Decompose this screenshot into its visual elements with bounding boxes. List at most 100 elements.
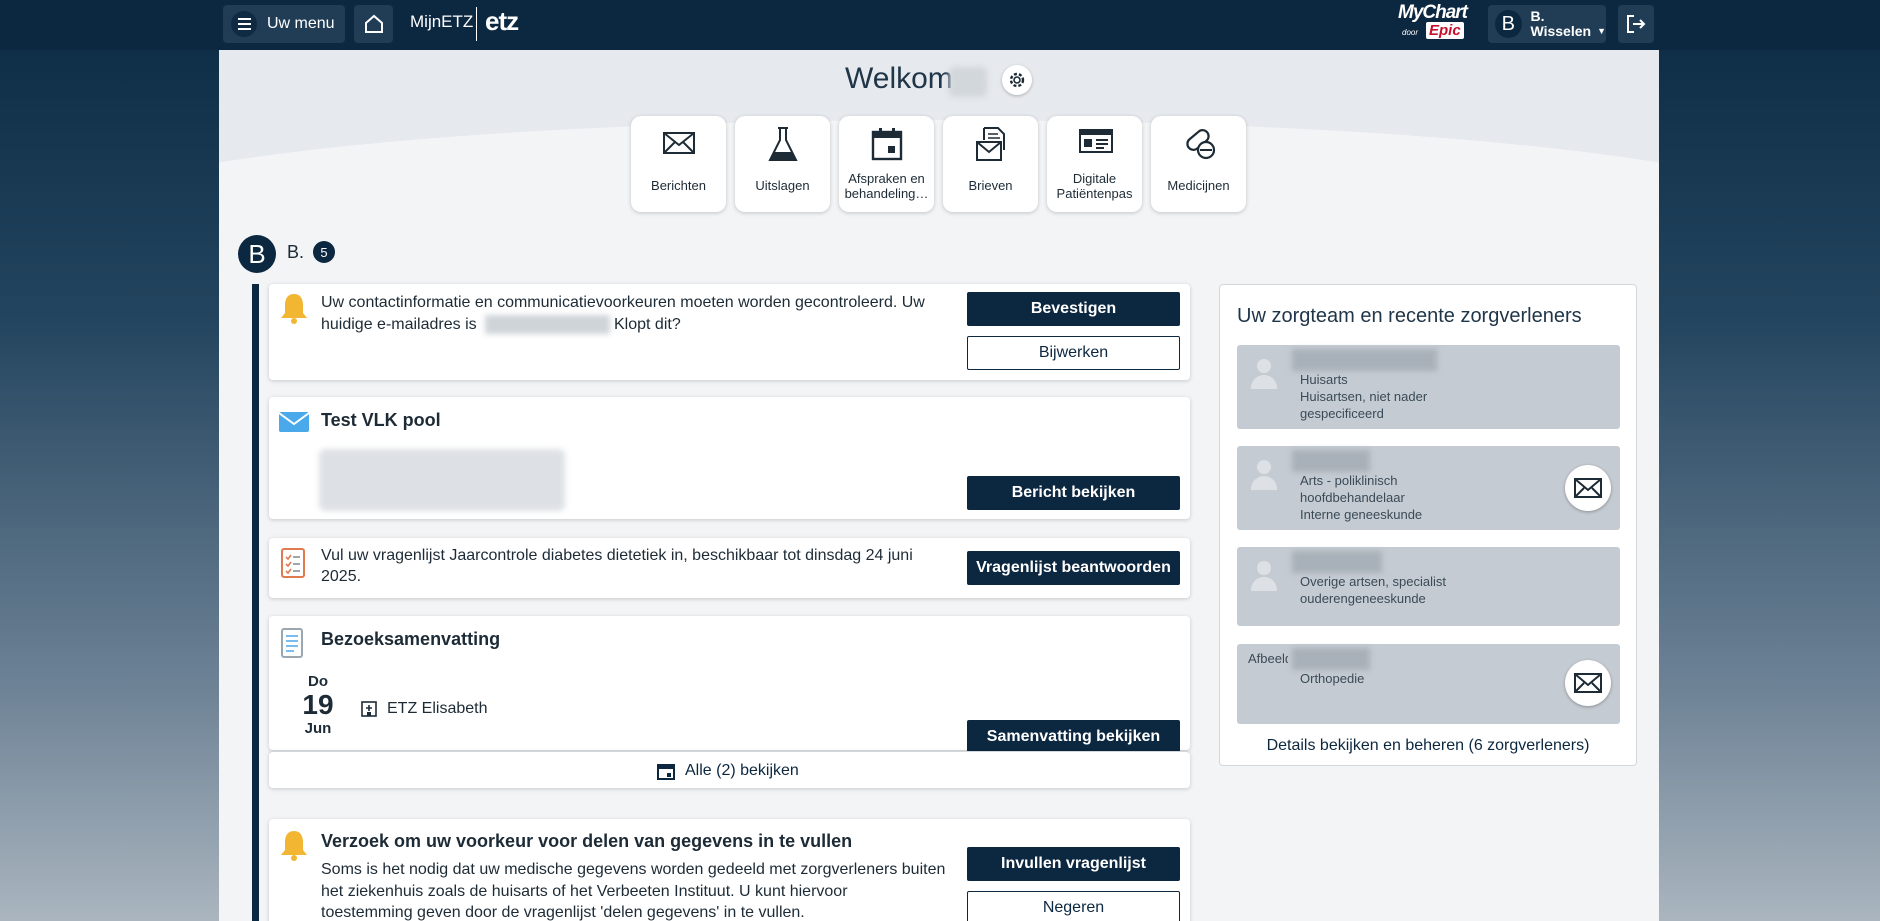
tile-berichten[interactable]: Berichten	[631, 116, 726, 212]
data-sharing-text-3: toestemming geven door de vragenlijst 'd…	[321, 904, 805, 921]
provider-role: Overige artsen, specialist ouderengeneesk…	[1300, 574, 1446, 606]
gear-icon	[1009, 72, 1025, 88]
manage-care-team-link[interactable]: Details bekijken en beheren (6 zorgverle…	[1220, 737, 1636, 755]
envelope-icon	[663, 132, 695, 154]
provider-card[interactable]: Afbeelding Orthopedie	[1237, 644, 1620, 724]
visit-weekday: Do	[308, 673, 328, 690]
blurred-provider-name	[1292, 450, 1370, 472]
document-icon	[281, 628, 303, 658]
envelope-icon	[1574, 673, 1602, 693]
menu-button[interactable]: Uw menu	[223, 5, 345, 43]
tile-brieven[interactable]: Brieven	[943, 116, 1038, 212]
provider-photo-placeholder	[1249, 456, 1279, 494]
brand-divider	[476, 7, 477, 41]
tile-label: Digitale Patiëntenpas	[1056, 171, 1133, 201]
blurred-provider-name	[1292, 551, 1382, 573]
envelope-icon	[1574, 478, 1602, 498]
message-title: Test VLK pool	[321, 410, 441, 430]
questionnaire-text: Vul uw vragenlijst Jaarcontrole diabetes…	[321, 547, 913, 564]
logout-icon	[1627, 15, 1646, 33]
provider-photo-broken: Afbeelding	[1248, 651, 1288, 666]
blurred-message-preview	[319, 449, 565, 511]
bell-icon	[281, 831, 307, 861]
confirm-button[interactable]: Bevestigen	[967, 292, 1180, 326]
visit-date: Do 19 Jun	[293, 673, 343, 737]
blurred-name	[949, 67, 987, 97]
pills-icon	[1186, 129, 1216, 160]
questionnaire-text-cont: 2025.	[321, 568, 362, 585]
top-navigation-bar: Uw menu MijnETZ etz MyChart door Epic B …	[0, 0, 1880, 50]
view-summary-button[interactable]: Samenvatting bekijken	[967, 720, 1180, 754]
menu-label: Uw menu	[267, 15, 335, 32]
provider-role: Orthopedie	[1300, 671, 1365, 686]
message-provider-button[interactable]	[1565, 465, 1611, 511]
provider-card[interactable]: Huisarts Huisartsen, niet nader gespecific…	[1237, 345, 1620, 429]
tile-uitslagen[interactable]: Uitslagen	[735, 116, 830, 212]
message-provider-button[interactable]	[1565, 660, 1611, 706]
view-message-button[interactable]: Bericht bekijken	[967, 476, 1180, 510]
provider-role: Huisarts Huisartsen, niet nader gespecific…	[1300, 372, 1428, 421]
blurred-email	[485, 315, 610, 334]
visit-day: 19	[302, 689, 334, 720]
provider-photo-placeholder	[1249, 355, 1279, 393]
patient-name: B.	[287, 242, 305, 262]
tile-patientenpas[interactable]: Digitale Patiëntenpas	[1047, 116, 1142, 212]
mychart-by-text: door	[1402, 28, 1419, 37]
answer-questionnaire-button[interactable]: Vragenlijst beantwoorden	[967, 551, 1180, 585]
epic-logo-text: Epic	[1426, 22, 1464, 39]
data-sharing-text-1: Soms is het nodig dat uw medische gegeve…	[321, 861, 946, 878]
update-button[interactable]: Bijwerken	[967, 336, 1180, 370]
contact-info-text: Uw contactinformatie en communicatievoor…	[321, 294, 925, 311]
home-button[interactable]	[354, 5, 393, 43]
mail-icon	[278, 412, 310, 432]
id-card-icon	[1079, 129, 1113, 153]
contact-email-question: Klopt dit?	[614, 316, 681, 333]
bell-icon	[281, 294, 307, 324]
ignore-button[interactable]: Negeren	[967, 891, 1180, 921]
questionnaire-card: Vul uw vragenlijst Jaarcontrole diabetes…	[269, 538, 1190, 598]
etz-logo: etz	[485, 6, 519, 36]
fill-questionnaire-button[interactable]: Invullen vragenlijst	[967, 847, 1180, 881]
view-all-label: Alle (2) bekijken	[685, 762, 799, 779]
switch-user-button[interactable]: B B. Wisselen ▼	[1488, 5, 1606, 43]
tile-medicijnen[interactable]: Medicijnen	[1151, 116, 1246, 212]
feed-timeline-bar	[252, 284, 259, 921]
switch-label: Wisselen	[1530, 23, 1592, 39]
view-all-visits-link[interactable]: Alle (2) bekijken	[269, 751, 1190, 788]
care-team-heading: Uw zorgteam en recente zorgverleners	[1237, 305, 1582, 327]
tile-label: Berichten	[651, 178, 706, 193]
provider-role: Arts - poliklinisch hoofdbehandelaar Inter…	[1300, 473, 1423, 522]
tile-label: Uitslagen	[755, 178, 810, 193]
mychart-epic-logo: MyChart door Epic	[1398, 2, 1478, 46]
data-sharing-card: Verzoek om uw voorkeur voor delen van ge…	[269, 819, 1190, 921]
visit-location: ETZ Elisabeth	[387, 700, 488, 717]
tile-label: Brieven	[968, 178, 1013, 193]
tile-afspraken[interactable]: Afspraken en behandeling…	[839, 116, 934, 212]
welcome-title: Welkom	[845, 62, 953, 95]
checklist-icon	[281, 548, 305, 578]
settings-button[interactable]	[1002, 65, 1032, 95]
data-sharing-text-2: het ziekenhuis zoals de huisarts of het …	[321, 883, 848, 900]
main-content: Welkom Berichten Uitslagen Afspraken en …	[219, 50, 1659, 921]
care-team-panel: Uw zorgteam en recente zorgverleners Hui…	[1219, 284, 1637, 766]
message-card: Test VLK pool Bericht bekijken	[269, 397, 1190, 519]
home-icon	[364, 14, 383, 33]
contact-email-prefix: huidige e-mailadres is	[321, 316, 477, 333]
patient-avatar: B	[238, 235, 276, 273]
brand-name[interactable]: MijnETZ	[410, 12, 473, 32]
hamburger-icon	[231, 11, 257, 37]
provider-card[interactable]: Arts - poliklinisch hoofdbehandelaar Inter…	[1237, 446, 1620, 530]
visit-summary-title: Bezoeksamenvatting	[321, 629, 501, 649]
provider-photo-placeholder	[1249, 557, 1279, 595]
user-avatar: B	[1495, 10, 1522, 38]
calendar-small-icon	[657, 764, 675, 780]
calendar-icon	[871, 128, 903, 161]
notification-count-badge: 5	[313, 241, 335, 263]
tile-label: Medicijnen	[1167, 178, 1230, 193]
data-sharing-title: Verzoek om uw voorkeur voor delen van ge…	[321, 831, 853, 851]
logout-button[interactable]	[1618, 5, 1654, 43]
blurred-provider-name	[1292, 349, 1437, 371]
provider-card[interactable]: Overige artsen, specialist ouderengeneesk…	[1237, 547, 1620, 626]
visit-month: Jun	[304, 720, 332, 737]
visit-summary-card: Bezoeksamenvatting Do 19 Jun ETZ Elisabe…	[269, 616, 1190, 754]
